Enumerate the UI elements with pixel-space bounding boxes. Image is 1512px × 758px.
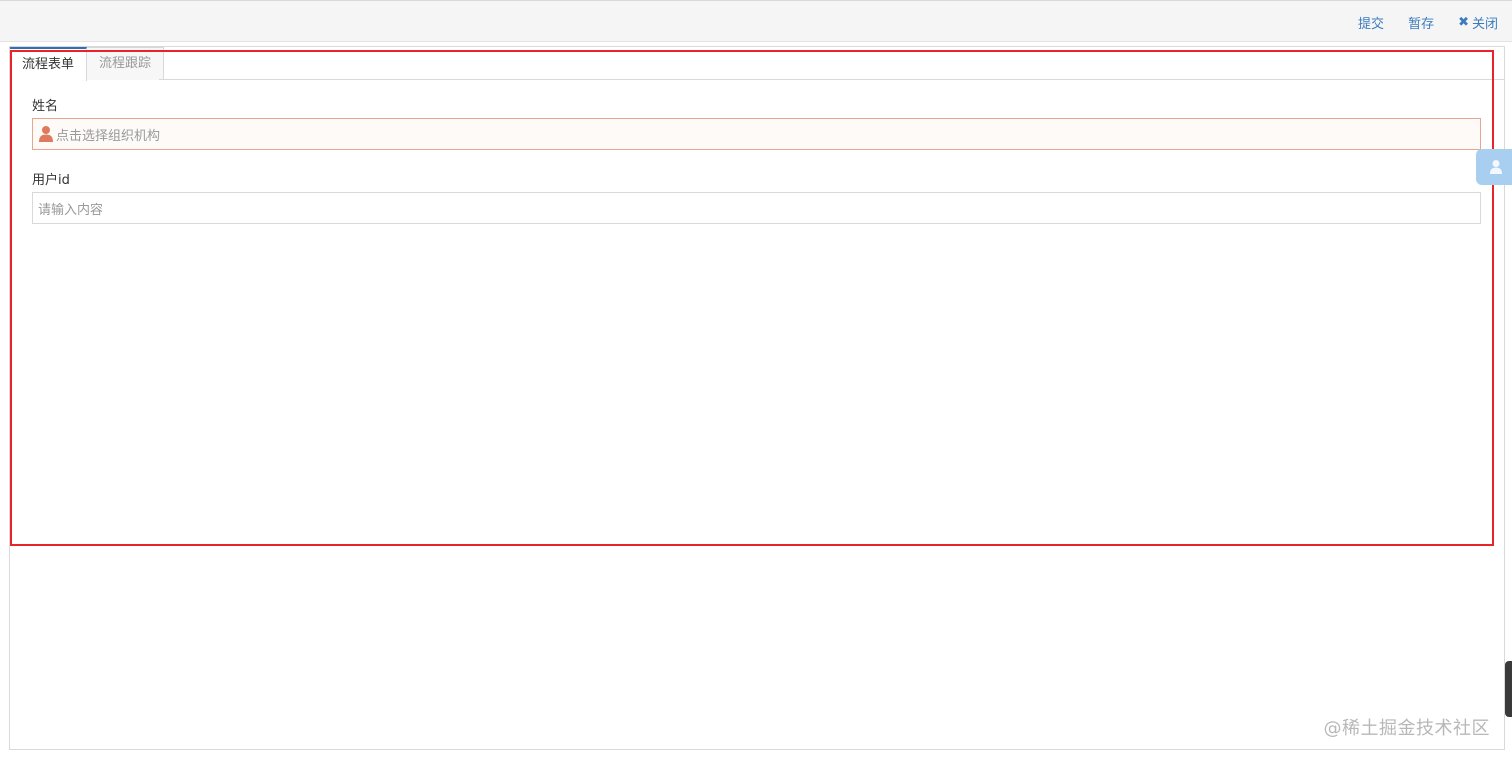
userid-placeholder: 请输入内容 — [38, 202, 104, 218]
top-toolbar: 提交 暂存 ✖ 关闭 — [0, 0, 1512, 42]
close-icon: ✖ — [1458, 15, 1469, 30]
tab-process-form[interactable]: 流程表单 — [10, 47, 88, 81]
tab-process-form-label: 流程表单 — [22, 57, 75, 72]
tab-divider — [159, 79, 1505, 80]
submit-label: 提交 — [1358, 17, 1385, 32]
toolbar-actions: 提交 暂存 ✖ 关闭 — [1358, 13, 1498, 32]
close-button[interactable]: ✖ 关闭 — [1458, 13, 1498, 32]
watermark: @稀土掘金技术社区 — [1323, 718, 1490, 739]
userid-label: 用户id — [32, 173, 70, 188]
close-label: 关闭 — [1471, 17, 1498, 32]
save-draft-label: 暂存 — [1408, 17, 1435, 32]
side-drag-handle[interactable] — [1505, 661, 1512, 717]
userid-input[interactable]: 请输入内容 — [32, 192, 1481, 224]
org-picker-placeholder: 点击选择组织机构 — [56, 128, 161, 144]
person-icon — [1490, 160, 1502, 174]
floating-side-button[interactable] — [1476, 149, 1512, 185]
user-icon — [39, 126, 53, 142]
save-draft-button[interactable]: 暂存 — [1408, 13, 1434, 32]
name-label: 姓名 — [32, 99, 59, 114]
tab-process-tracking-label: 流程跟踪 — [99, 56, 152, 71]
tab-process-tracking[interactable]: 流程跟踪 — [87, 47, 165, 80]
org-picker-input[interactable]: 点击选择组织机构 — [32, 118, 1481, 150]
submit-button[interactable]: 提交 — [1358, 13, 1384, 32]
form-area: 姓名 点击选择组织机构 用户id 请输入内容 — [32, 98, 1481, 224]
tab-bar: 流程表单 流程跟踪 — [10, 47, 165, 81]
